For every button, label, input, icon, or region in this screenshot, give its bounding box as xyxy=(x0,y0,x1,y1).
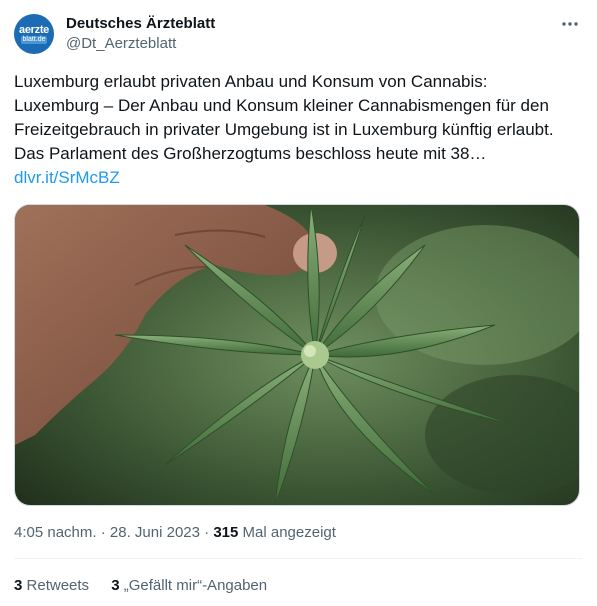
retweets-stat[interactable]: 3 Retweets xyxy=(14,577,89,594)
avatar[interactable]: aerzte blatt.de xyxy=(14,14,54,54)
display-name[interactable]: Deutsches Ärzteblatt xyxy=(66,15,215,32)
tweet: aerzte blatt.de Deutsches Ärzteblatt @Dt… xyxy=(0,0,597,606)
likes-count: 3 xyxy=(111,577,120,594)
more-options-button[interactable] xyxy=(560,14,580,34)
divider xyxy=(14,558,582,559)
likes-stat[interactable]: 3 „Gefällt mir“-Angaben xyxy=(111,577,267,594)
tweet-media-image[interactable] xyxy=(14,204,580,506)
retweets-count: 3 xyxy=(14,577,23,594)
more-horizontal-icon xyxy=(562,22,578,26)
tweet-text-line: Das Parlament des Großherzogtums beschlo… xyxy=(14,144,487,163)
tweet-date[interactable]: 28. Juni 2023 xyxy=(110,524,200,541)
tweet-text-line: Freizeitgebrauch in privater Umgebung is… xyxy=(14,120,554,139)
tweet-text: Luxemburg erlaubt privaten Anbau und Kon… xyxy=(14,70,584,190)
view-label: Mal angezeigt xyxy=(242,524,336,541)
tweet-time[interactable]: 4:05 nachm. xyxy=(14,524,97,541)
avatar-text-line1: aerzte xyxy=(19,23,49,36)
meta-separator: · xyxy=(199,524,214,541)
likes-label: „Gefällt mir“-Angaben xyxy=(123,577,268,594)
view-count: 315 xyxy=(213,524,239,541)
retweets-label: Retweets xyxy=(26,577,90,594)
tweet-meta: 4:05 nachm. · 28. Juni 2023 · 315 Mal an… xyxy=(14,524,336,541)
tweet-text-line: Luxemburg erlaubt privaten Anbau und Kon… xyxy=(14,72,488,91)
user-handle[interactable]: @Dt_Aerzteblatt xyxy=(66,35,176,52)
tweet-text-line: Luxemburg – Der Anbau und Konsum kleiner… xyxy=(14,96,549,115)
avatar-text-line2: blatt.de xyxy=(20,35,48,44)
meta-separator: · xyxy=(96,524,110,541)
engagement-stats: 3 Retweets 3 „Gefällt mir“-Angaben xyxy=(14,577,285,594)
article-link[interactable]: dlvr.it/SrMcBZ xyxy=(14,168,120,187)
cannabis-plant-photo xyxy=(15,205,579,505)
